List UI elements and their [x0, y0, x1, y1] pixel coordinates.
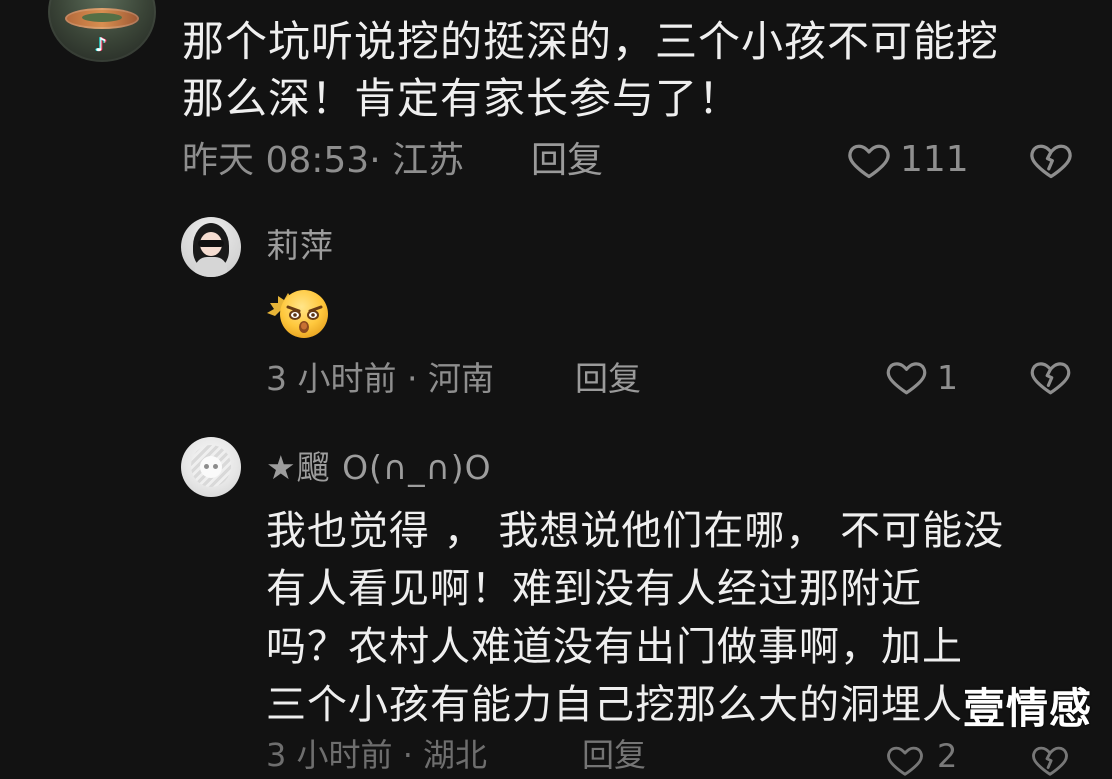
reply-meta-liping: 3 小时前 · 河南	[266, 359, 494, 398]
reply-button-liping[interactable]: 回复	[575, 362, 641, 395]
dislike-button-liping[interactable]	[1027, 356, 1074, 398]
reply-text-line-4: 三个小孩有能力自己挖那么大的洞埋人	[266, 682, 963, 728]
broken-heart-icon	[1027, 138, 1075, 182]
reply-avatar-liping[interactable]	[181, 217, 241, 277]
like-button-anime[interactable]	[884, 741, 926, 779]
reply-text-line-2: 有人看见啊！难到没有人经过那附近	[266, 566, 922, 612]
like-count: 111	[900, 139, 969, 180]
avatar-eye-left	[204, 464, 209, 469]
comment-thread-screen: ♪ 那个坑听说挖的挺深的，三个小孩不可能挖 那么深！肯定有家长参与了！ 昨天 0…	[0, 0, 1112, 776]
reply-button-anime[interactable]: 回复	[582, 739, 646, 771]
dislike-button-anime[interactable]	[1028, 741, 1072, 779]
reply-username-anime[interactable]: ★飀 O(∩_∩)O	[266, 451, 492, 484]
reply-avatar-anime[interactable]	[181, 437, 241, 497]
comment-meta: 昨天 08:53· 江苏	[182, 140, 465, 181]
tiktok-icon: ♪	[94, 34, 108, 56]
like-button[interactable]: 111	[846, 138, 969, 182]
field-image	[82, 13, 122, 22]
comment-text: 那个坑听说挖的挺深的，三个小孩不可能挖 那么深！肯定有家长参与了！	[182, 13, 1067, 127]
reply-comment-text: 我也觉得 ， 我想说他们在哪， 不可能没 有人看见啊！难到没有人经过那附近 吗？…	[266, 502, 1056, 734]
comment-text-line-2: 那么深！肯定有家长参与了！	[182, 74, 742, 123]
dislike-button[interactable]	[1027, 138, 1075, 182]
broken-heart-icon	[1027, 356, 1074, 398]
heart-outline-icon	[884, 741, 926, 779]
avatar-eye-right	[213, 464, 218, 469]
like-button-liping[interactable]: 1	[884, 356, 958, 398]
comment-text-line-1: 那个坑听说挖的挺深的，三个小孩不可能挖	[182, 17, 1000, 66]
broken-heart-icon	[1028, 741, 1072, 779]
watermark-text: 壹情感	[963, 684, 1093, 733]
heart-outline-icon	[846, 138, 892, 182]
like-count-liping: 1	[937, 357, 958, 397]
reply-meta-anime: 3 小时前 · 湖北	[266, 736, 488, 774]
reply-text-line-1: 我也觉得 ， 我想说他们在哪， 不可能没	[266, 508, 1005, 554]
reply-button[interactable]: 回复	[531, 143, 603, 179]
reply-text-line-3: 吗？农村人难道没有出门做事啊，加上	[266, 624, 963, 670]
reply-username-liping[interactable]: 莉萍	[266, 229, 334, 262]
avatar-glasses	[198, 240, 224, 247]
heart-outline-icon	[884, 356, 929, 398]
avatar-body	[195, 257, 227, 277]
angry-face-emoji	[266, 285, 332, 343]
like-count-anime: 2	[937, 737, 958, 775]
